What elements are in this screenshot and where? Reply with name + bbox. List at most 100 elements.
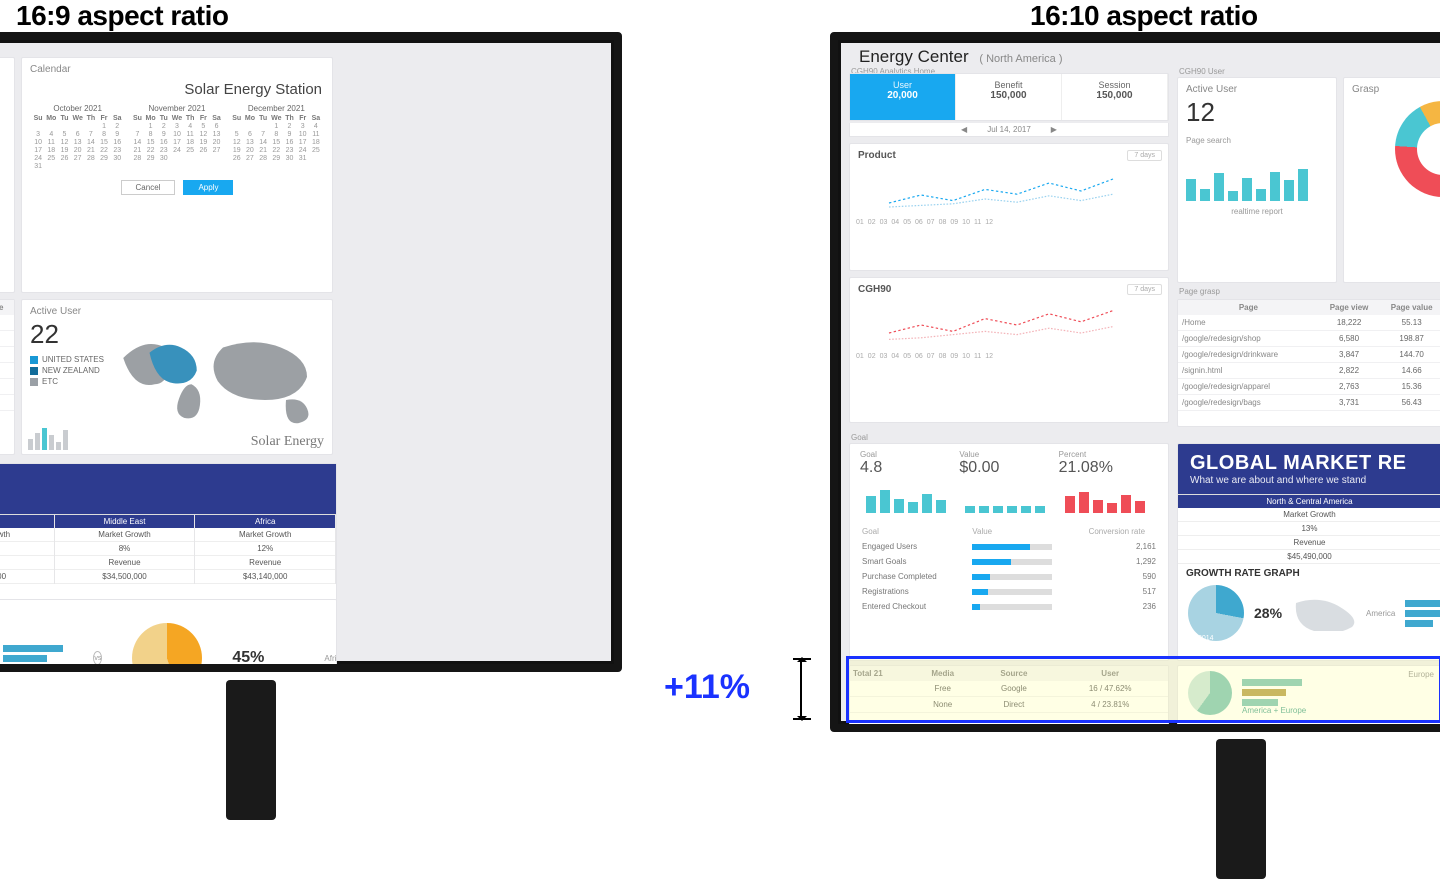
goal-row: Smart Goals1,292 <box>852 555 1166 568</box>
vs-icon: vs <box>93 651 102 665</box>
revenue-title: OBAL MARKET REVENUE <box>0 472 324 495</box>
goal-stat: Percent21.08% <box>1059 450 1158 477</box>
world-map <box>118 324 328 434</box>
growth-rate-title-r: GROWTH RATE GRAPH <box>1178 564 1440 583</box>
cgh90-card: CGH90 7 days 010203040506070809101112 <box>849 277 1169 423</box>
global-revenue-card: OBAL MARKET REVENUE are about and where … <box>0 463 337 611</box>
active-user-map-card: Active User 22 UNITED STATESNEW ZEALANDE… <box>21 299 333 455</box>
product-spark-chart <box>850 163 1168 219</box>
goal-stat: Goal4.8 <box>860 450 959 477</box>
table-row: /google/redesign/shop6,580198.87 <box>0 331 14 347</box>
growth-year-2014: 2014 <box>1198 635 1214 642</box>
growth-rate-title: ATE GRAPH <box>0 600 336 619</box>
app-title-text: Energy Center <box>859 47 969 66</box>
analytics-tabs: User20,000Benefit150,000Session150,000 <box>849 73 1169 121</box>
calendar-card: Calendar Solar Energy Station October 20… <box>21 57 333 293</box>
growth-europe-label: Europe <box>1242 670 1434 679</box>
user-bar-chart <box>1178 147 1336 207</box>
page-search-label: Page search <box>1178 128 1336 147</box>
growth-pct-2014-r: 28% <box>1254 605 1282 621</box>
table-header: Page value <box>1379 300 1440 315</box>
date-prev-icon[interactable]: ◀ <box>961 125 967 134</box>
global-revenue-card-right: GLOBAL MARKET RE What we are about and w… <box>1177 443 1440 661</box>
product-range[interactable]: 7 days <box>1127 150 1162 161</box>
revenue-region-col: AfricaMarket Growth12%Revenue$43,140,000 <box>195 515 336 584</box>
calendar-month: October 2021SuMoTuWeThFrSa12345678910111… <box>32 104 123 170</box>
page-grasp-label: Page grasp <box>1179 287 1220 296</box>
goal-row: Purchase Completed590 <box>852 570 1166 583</box>
revenue-subtitle-r: What we are about and where we stand <box>1190 475 1440 486</box>
media-table-card: Total 21MediaSourceUser FreeGoogle16 / 4… <box>849 665 1169 729</box>
growth-pct-2015: 45% <box>232 649 264 667</box>
growth-hbars-1 <box>3 645 63 672</box>
goal-row: Engaged Users2,161 <box>852 540 1166 553</box>
monitor-stand-left <box>226 680 276 820</box>
legend-row: Tablet : 3.1% <box>0 275 6 286</box>
calendar-title: Calendar <box>22 58 332 77</box>
grasp-card: Grasp realtime report DeskTop : 74.3%Mob… <box>0 57 15 293</box>
goal-row: Registrations517 <box>852 585 1166 598</box>
growth-pie-2014-r <box>1188 585 1244 641</box>
cgh90-user-label: CGH90 User <box>1179 67 1225 76</box>
table-row: /google/redesign/apparel2,76315.36 <box>0 379 14 395</box>
app-subtitle: ( North America ) <box>979 53 1062 65</box>
plus-11-label: +11% <box>664 668 750 707</box>
app-title: Energy Center ( North America ) <box>853 47 1063 67</box>
monitor-16-9: SAMSUNG Grasp realtime report DeskTop : … <box>0 32 622 672</box>
media-total-value: 21 <box>874 669 883 678</box>
grasp-card-right: Grasp DeskTop : 74.3%Mobile : 22.6%Table… <box>1343 77 1440 283</box>
calendar-heading: Solar Energy Station <box>22 77 332 100</box>
growth-map-r <box>1292 595 1356 631</box>
table-row: /google/redesign/bags3,73156.43 <box>0 395 14 411</box>
table-header: Page <box>1178 300 1319 315</box>
legend-row: DeskTop : 74.3% <box>0 253 6 264</box>
growth-hbars-r <box>1405 600 1440 627</box>
table-row: /google/redesign/drinkware3,847144.70 <box>1178 347 1440 363</box>
calendar-cancel-button[interactable]: Cancel <box>121 180 176 195</box>
growth-combined-label: America + Europe <box>1242 706 1434 715</box>
cgh90-title: CGH90 <box>850 278 1168 297</box>
monitor-16-10: Energy Center ( North America ) CGH90 An… <box>830 32 1440 732</box>
table-row: /signin.html2,82214.66 <box>0 363 14 379</box>
map-mini-bars <box>28 422 68 450</box>
goal-row: Entered Checkout236 <box>852 600 1166 613</box>
screen-right: Energy Center ( North America ) CGH90 An… <box>841 43 1440 721</box>
table-header: Page view <box>1319 300 1379 315</box>
growth-rate-card: ATE GRAPH 2014 28% America vs 2015 <box>0 599 337 672</box>
legend-row: Mobile : 22.6% <box>0 264 6 275</box>
calendar-month: December 2021SuMoTuWeThFrSa1234567891011… <box>231 104 322 170</box>
table-row: /google/redesign/apparel2,76315.36 <box>1178 379 1440 395</box>
page-grasp-table-card: PagePage viewPage value/Home18,22255.13/… <box>1177 299 1440 427</box>
date-next-icon[interactable]: ▶ <box>1051 125 1057 134</box>
analytics-tab-session[interactable]: Session150,000 <box>1062 74 1168 120</box>
growth-pie-2015 <box>132 623 202 672</box>
growth-hbars-combined <box>1242 679 1434 706</box>
media-row: FreeGoogle16 / 47.62% <box>850 681 1168 697</box>
table-row: /google/redesign/shop6,580198.87 <box>1178 331 1440 347</box>
cgh90-range[interactable]: 7 days <box>1127 284 1162 295</box>
page-table-card: PagePage viewPage value/Home18,22255.13/… <box>0 299 15 455</box>
calendar-apply-button[interactable]: Apply <box>183 180 233 195</box>
active-user-card: Active User 12 Page search realtime repo… <box>1177 77 1337 283</box>
analytics-tab-user[interactable]: User20,000 <box>850 74 956 120</box>
table-row: /google/redesign/bags3,73156.43 <box>1178 395 1440 411</box>
revenue-region-col: Middle EastMarket Growth8%Revenue$34,500… <box>55 515 196 584</box>
revenue-region-col: AsiaMarket Growth14%Revenue$47,760,000 <box>0 515 55 584</box>
revenue-subtitle: are about and where we stand <box>0 495 324 506</box>
growth-region-r: America <box>1366 609 1395 618</box>
calendar-month: November 2021SuMoTuWeThFrSa1234567891011… <box>131 104 222 170</box>
table-row: /Home18,22255.13 <box>0 315 14 331</box>
goal-section-label: Goal <box>851 433 868 442</box>
active-user-value-r: 12 <box>1178 97 1336 128</box>
aspect-ratio-label-16-9: 16:9 aspect ratio <box>16 0 229 32</box>
aspect-ratio-label-16-10: 16:10 aspect ratio <box>1030 0 1258 32</box>
revenue-region-col: North & Central AmericaMarket Growth13%R… <box>1178 495 1440 564</box>
revenue-title-r: GLOBAL MARKET RE <box>1190 452 1440 475</box>
goal-bars-b <box>959 483 1058 519</box>
goal-stat: Value$0.00 <box>959 450 1058 477</box>
map-footer: Solar Energy <box>251 434 324 450</box>
goal-bars-a <box>860 483 959 519</box>
analytics-tab-benefit[interactable]: Benefit150,000 <box>956 74 1062 120</box>
screen-left: Grasp realtime report DeskTop : 74.3%Mob… <box>0 43 611 661</box>
growth-pie-combined <box>1188 671 1232 715</box>
